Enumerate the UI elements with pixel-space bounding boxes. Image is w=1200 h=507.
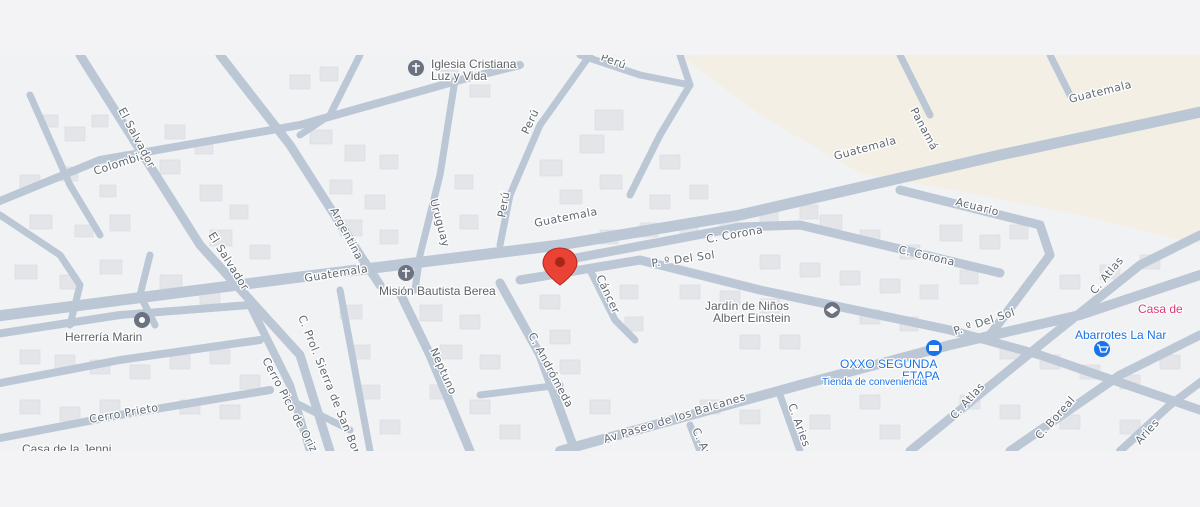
poi-label-casa-jenni: Casa de la Jenni xyxy=(22,442,111,451)
poi-label-abarrotes: Abarrotes La Nar xyxy=(1075,328,1166,342)
poi-label-iglesia-2: Luz y Vida xyxy=(431,69,487,83)
map-canvas[interactable]: Guatemala Guatemala Guatemala Guatemala … xyxy=(0,55,1200,451)
poi-label-jardin-2: Albert Einstein xyxy=(713,311,790,325)
poi-casa-de[interactable]: Casa de xyxy=(1137,301,1185,318)
poi-label-oxxo-sub: Tienda de conveniencia xyxy=(822,377,928,388)
poi-casa-jenni[interactable]: Casa de la Jenni xyxy=(21,441,113,451)
poi-label-herreria: Herrería Marin xyxy=(65,330,142,344)
map-view[interactable]: Guatemala Guatemala Guatemala Guatemala … xyxy=(0,55,1200,451)
poi-label-casa-de: Casa de xyxy=(1138,302,1183,316)
poi-label-mision: Misión Bautista Berea xyxy=(379,284,496,298)
